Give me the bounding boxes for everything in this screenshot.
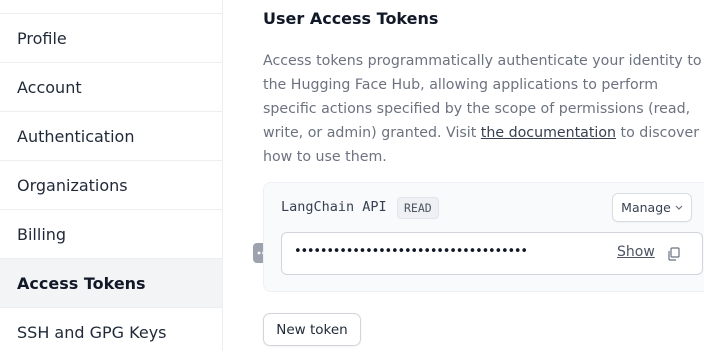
access-tokens-section: User Access Tokens Access tokens program…	[263, 0, 704, 351]
new-token-button[interactable]: New token	[263, 313, 361, 346]
copy-icon[interactable]	[666, 246, 682, 262]
sidebar-item-label: Organizations	[17, 175, 128, 195]
token-name: LangChain API	[281, 199, 387, 215]
sidebar-item-profile[interactable]: Profile	[0, 14, 222, 63]
manage-label: Manage	[621, 200, 671, 215]
token-value-field[interactable]: •••••••••••••••••••••••••••••••••••• Sho…	[281, 232, 703, 275]
chevron-down-icon	[675, 205, 683, 210]
sidebar-item-label: Account	[17, 77, 82, 97]
sidebar-item-label: Profile	[17, 28, 67, 48]
page-title: User Access Tokens	[263, 9, 439, 28]
tokens-description: Access tokens programmatically authentic…	[263, 49, 704, 169]
sidebar-item-label: Access Tokens	[17, 273, 146, 293]
sidebar-item-label: SSH and GPG Keys	[17, 322, 167, 342]
sidebar-item-label: Billing	[17, 224, 67, 244]
permission-badge: READ	[397, 197, 439, 219]
show-token-button[interactable]: Show	[617, 244, 655, 260]
new-token-label: New token	[276, 321, 348, 338]
documentation-link[interactable]: the documentation	[481, 125, 616, 141]
sidebar-item-account[interactable]: Account	[0, 63, 222, 112]
sidebar-item-billing[interactable]: Billing	[0, 210, 222, 259]
manage-button[interactable]: Manage	[612, 193, 692, 222]
token-masked-value: ••••••••••••••••••••••••••••••••••••	[294, 244, 528, 259]
sidebar-item-access-tokens[interactable]: Access Tokens	[0, 259, 222, 308]
sidebar-item-ssh-gpg-keys[interactable]: SSH and GPG Keys	[0, 308, 222, 351]
settings-sidebar: Profile Account Authentication Organizat…	[0, 0, 223, 351]
sidebar-item-organizations[interactable]: Organizations	[0, 161, 222, 210]
token-card: LangChain API READ Manage ••••••••••••••…	[263, 182, 704, 292]
settings-page: Profile Account Authentication Organizat…	[0, 0, 704, 351]
sidebar-item-label: Authentication	[17, 126, 135, 146]
sidebar-item-authentication[interactable]: Authentication	[0, 112, 222, 161]
